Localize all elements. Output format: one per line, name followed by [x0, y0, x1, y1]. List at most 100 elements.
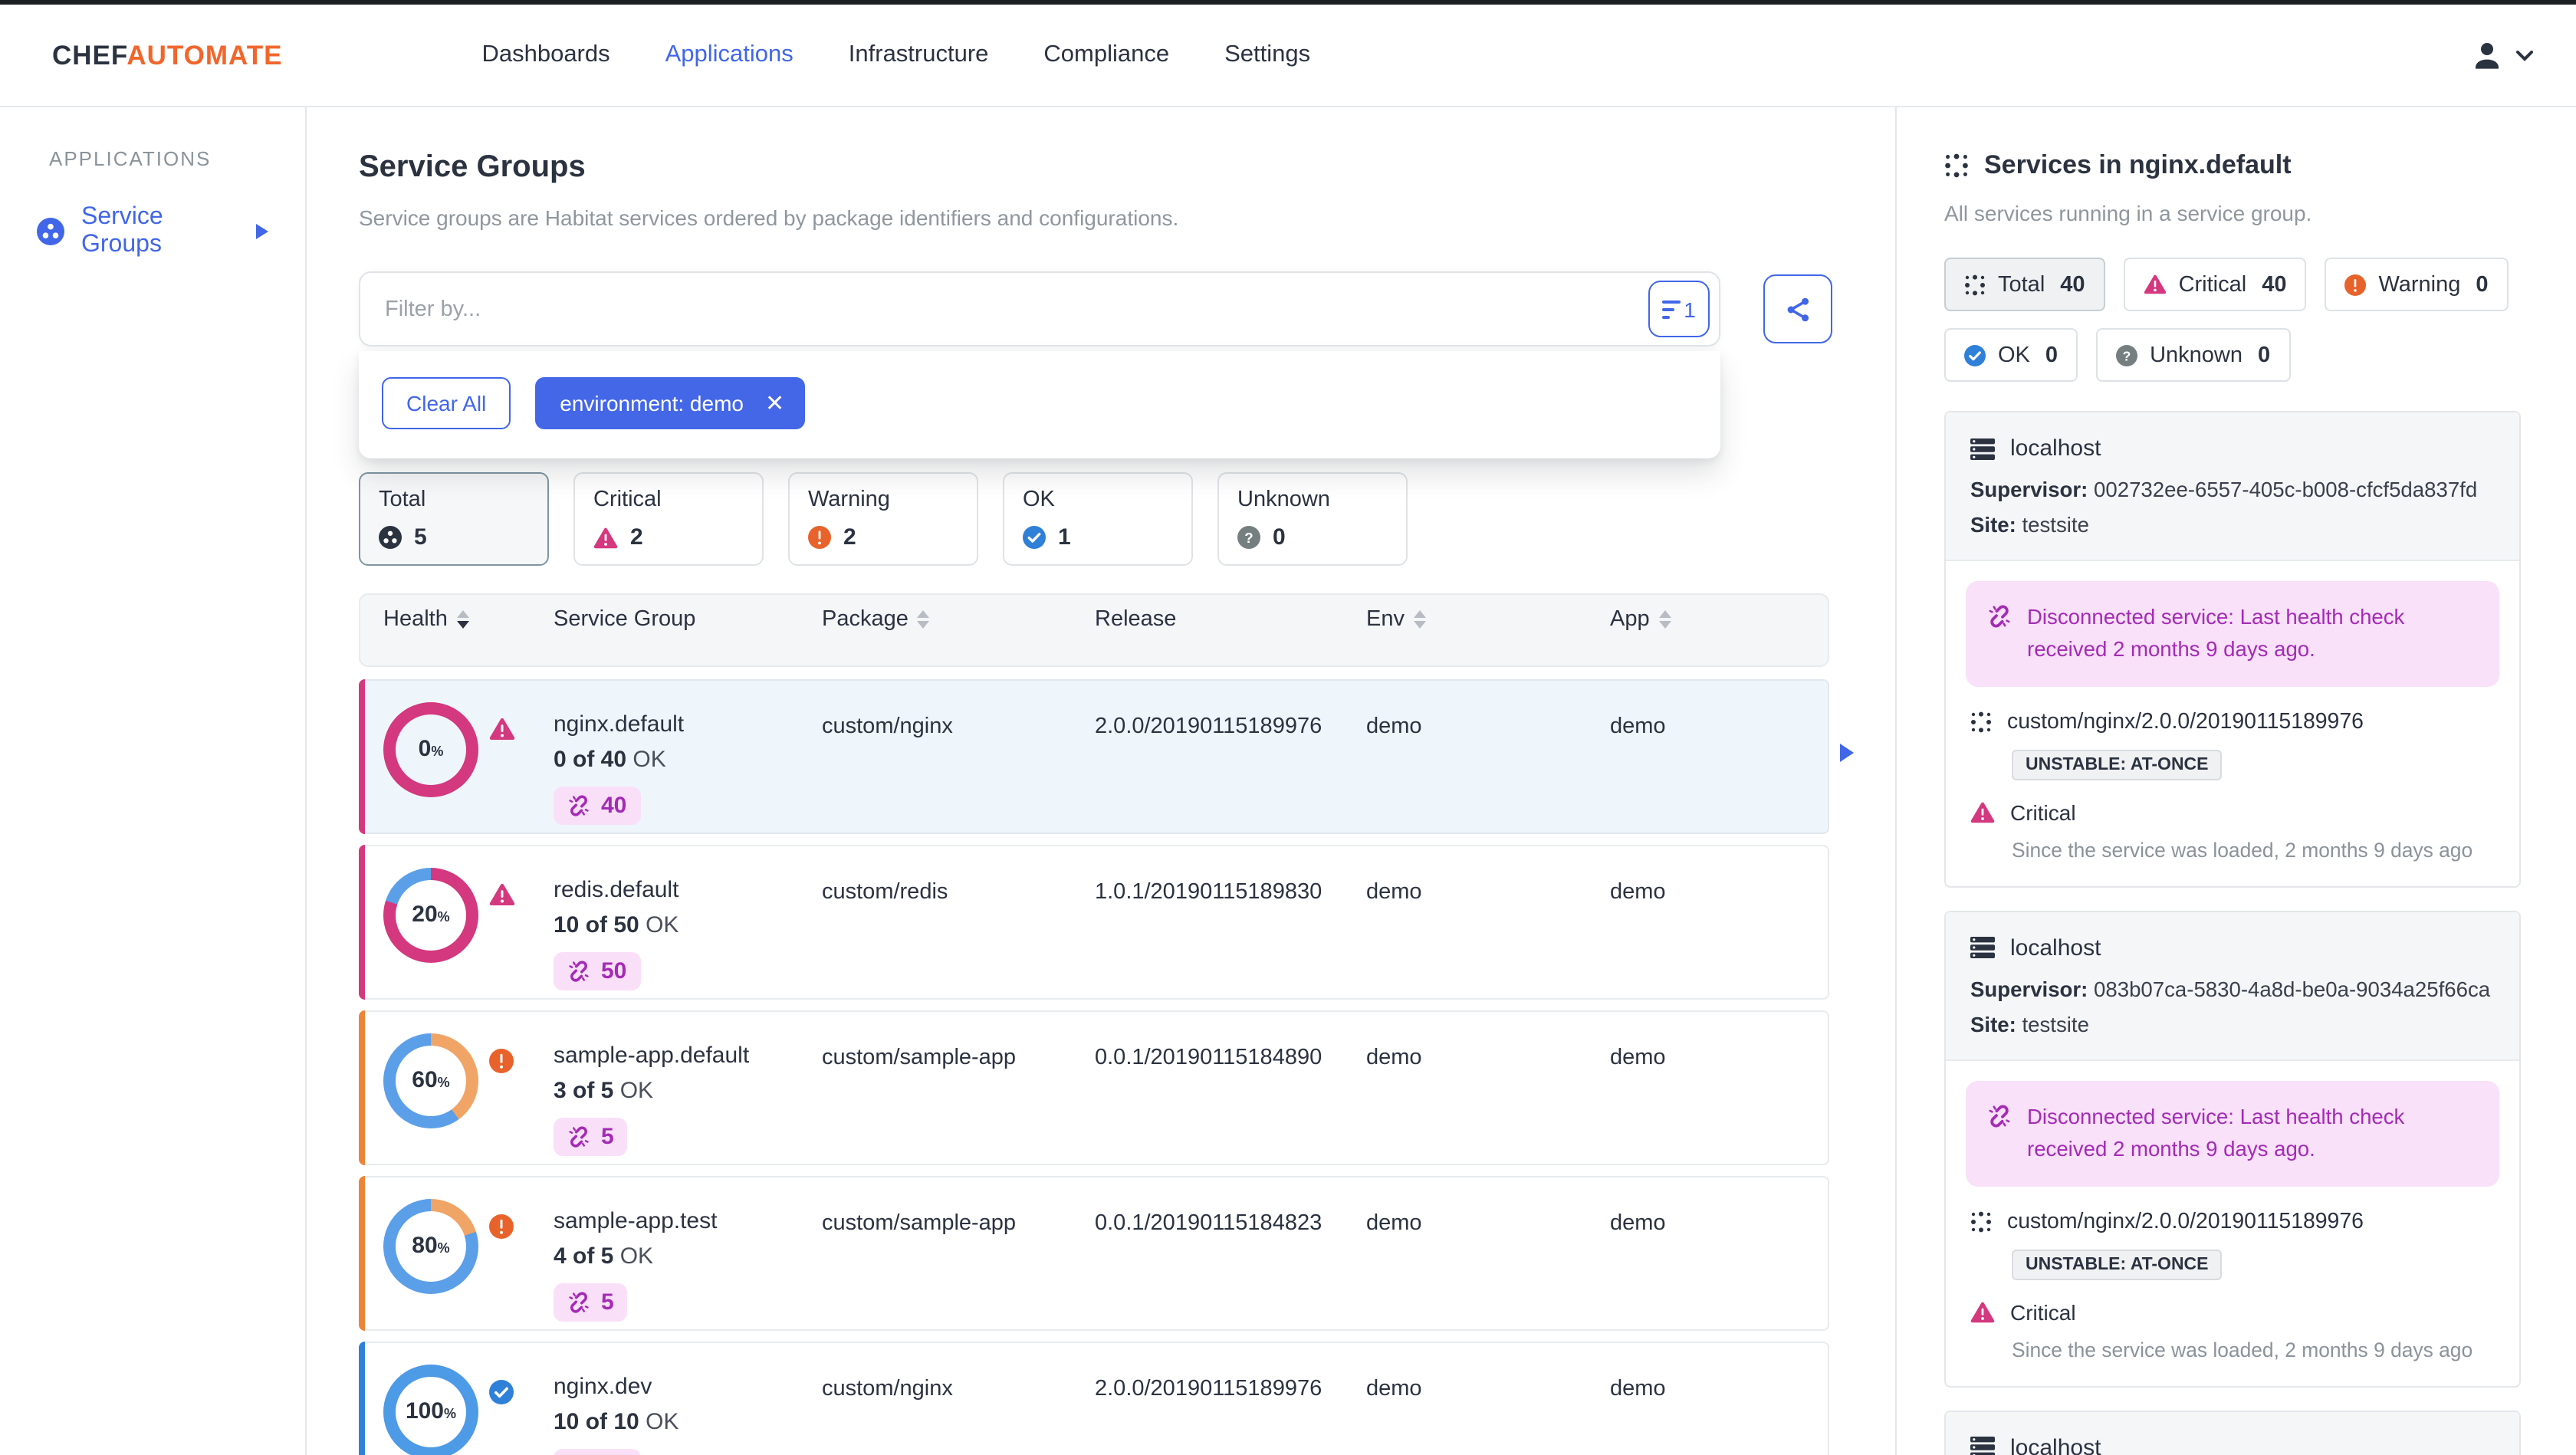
column-health[interactable]: Health — [360, 606, 554, 631]
service-group-name: nginx.default — [554, 711, 685, 737]
warning-icon — [489, 1049, 514, 1073]
tile-warning[interactable]: Warning 2 — [788, 472, 978, 566]
brand-logo[interactable]: CHEFAUTOMATE — [52, 39, 282, 71]
panel-title: Services in nginx.default — [1944, 150, 2521, 181]
tile-unknown-count: 0 — [1273, 524, 1286, 550]
package-cell: custom/nginx — [822, 714, 953, 739]
table-row-sample-app-test[interactable]: 80% sample-app.test 4 of 5 OK 5 custom/s… — [359, 1176, 1829, 1331]
critical-icon — [489, 883, 515, 906]
chip-close-icon[interactable]: ✕ — [765, 392, 784, 415]
tile-total[interactable]: Total 5 — [359, 472, 549, 566]
user-menu[interactable] — [2470, 38, 2533, 72]
site-name: testsite — [2022, 1013, 2089, 1036]
chevron-down-icon — [2516, 50, 2533, 61]
tile-ok[interactable]: OK 1 — [1003, 472, 1193, 566]
filter-count: 1 — [1684, 297, 1696, 321]
host-name: localhost — [2010, 1434, 2101, 1455]
critical-icon — [489, 718, 515, 741]
service-groups-icon — [37, 218, 64, 245]
badge-warning[interactable]: Warning 0 — [2325, 258, 2509, 311]
badge-total[interactable]: Total 40 — [1944, 258, 2105, 311]
table-row-nginx-default[interactable]: 0% nginx.default 0 of 40 OK 40 custom/ng… — [359, 679, 1854, 834]
main-navigation: Dashboards Applications Infrastructure C… — [481, 41, 1310, 69]
nav-infrastructure[interactable]: Infrastructure — [849, 41, 989, 69]
sort-env[interactable] — [1414, 609, 1426, 628]
service-health-status: Critical — [1970, 1299, 2499, 1324]
app-cell: demo — [1610, 714, 1666, 739]
broken-link-icon — [1987, 604, 2012, 667]
column-package[interactable]: Package — [822, 606, 1095, 631]
nav-applications[interactable]: Applications — [665, 41, 794, 69]
health-donut: 0% — [383, 702, 478, 797]
sort-package[interactable] — [917, 609, 930, 628]
nav-settings[interactable]: Settings — [1224, 41, 1310, 69]
column-app[interactable]: App — [1610, 606, 1840, 631]
column-release[interactable]: Release — [1095, 606, 1366, 631]
critical-icon — [593, 527, 618, 548]
table-row-sample-app-default[interactable]: 60% sample-app.default 3 of 5 OK 5 custo… — [359, 1010, 1829, 1165]
sidebar: APPLICATIONS Service Groups — [0, 107, 307, 1455]
page-title: Service Groups — [359, 150, 586, 184]
server-icon — [1970, 937, 1995, 959]
service-group-name: redis.default — [554, 877, 679, 903]
release-cell: 0.0.1/20190115184890 — [1095, 1046, 1322, 1070]
row-accent — [359, 679, 365, 834]
services-side-panel: Services in nginx.default All services r… — [1897, 107, 2576, 1455]
host-name: localhost — [2010, 934, 2101, 961]
health-donut: 60% — [383, 1033, 478, 1128]
sidebar-heading: APPLICATIONS — [49, 147, 212, 170]
broken-link-icon — [567, 1291, 590, 1314]
broken-link-icon — [1987, 1104, 2012, 1167]
filter-chip-environment-demo[interactable]: environment: demo ✕ — [535, 377, 805, 429]
filter-count-button[interactable]: 1 — [1648, 281, 1710, 337]
column-service-group[interactable]: Service Group — [554, 606, 822, 631]
service-group-icon — [379, 526, 402, 549]
broken-link-icon — [567, 1125, 590, 1148]
service-card[interactable]: localhost Supervisor: 002732ee-6557-405c… — [1944, 411, 2521, 888]
broken-link-icon — [567, 794, 590, 817]
disconnected-alert: Disconnected service: Last health check … — [1966, 1080, 2499, 1186]
sidebar-item-service-groups[interactable]: Service Groups — [0, 195, 305, 268]
release-cell: 2.0.0/20190115189976 — [1095, 714, 1322, 739]
sort-health[interactable] — [456, 609, 469, 628]
row-accent — [359, 1342, 365, 1455]
env-cell: demo — [1366, 1046, 1422, 1070]
health-donut: 20% — [383, 868, 478, 963]
tile-unknown[interactable]: Unknown ? 0 — [1217, 472, 1408, 566]
tile-critical-count: 2 — [630, 524, 643, 550]
table-row-redis-default[interactable]: 20% redis.default 10 of 50 OK 50 custom/… — [359, 845, 1829, 1000]
service-card-header: localhost Supervisor: 083b07ca-5830-4a8d… — [1946, 911, 2519, 1061]
health-donut: 80% — [383, 1199, 478, 1294]
service-package: custom/nginx/2.0.0/20190115189976 — [1970, 1209, 2499, 1233]
filter-chip-label: environment: demo — [560, 391, 744, 415]
column-env[interactable]: Env — [1366, 606, 1610, 631]
service-group-name: nginx.dev — [554, 1374, 652, 1400]
service-card[interactable]: localhost Supervisor: 083b07ca-5830-4a8d… — [1944, 910, 2521, 1387]
share-button[interactable] — [1763, 274, 1832, 343]
sidebar-expand-arrow-icon[interactable] — [256, 224, 268, 239]
tile-ok-count: 1 — [1058, 524, 1071, 550]
row-expand-icon[interactable] — [1840, 744, 1854, 762]
chef-automate-app: CHEFAUTOMATE Dashboards Applications Inf… — [0, 0, 2576, 1455]
row-accent — [359, 845, 365, 1000]
tile-warning-label: Warning — [808, 488, 890, 512]
package-cell: custom/sample-app — [822, 1046, 1017, 1070]
badge-ok[interactable]: OK 0 — [1944, 328, 2078, 382]
filter-input[interactable] — [385, 297, 1648, 321]
tile-warning-count: 2 — [843, 524, 856, 550]
app-cell: demo — [1610, 1046, 1666, 1070]
table-row-nginx-dev[interactable]: 100% nginx.dev 10 of 10 OK 10 custom/ngi… — [359, 1342, 1829, 1455]
badge-critical[interactable]: Critical 40 — [2123, 258, 2307, 311]
sort-app[interactable] — [1658, 609, 1671, 628]
service-groups-table: Health Service Group Package Release Env — [359, 593, 1854, 1455]
row-accent — [359, 1010, 365, 1165]
nav-dashboards[interactable]: Dashboards — [481, 41, 610, 69]
tile-critical[interactable]: Critical 2 — [573, 472, 764, 566]
server-icon — [1970, 1437, 1995, 1455]
service-card[interactable]: localhost Supervisor: 0c0a6b1f-f9f2-4fe6… — [1944, 1410, 2521, 1455]
release-cell: 1.0.1/20190115189830 — [1095, 880, 1322, 905]
clear-all-button[interactable]: Clear All — [382, 377, 511, 429]
disconnected-badge: 10 — [554, 1449, 641, 1455]
nav-compliance[interactable]: Compliance — [1043, 41, 1169, 69]
badge-unknown[interactable]: ? Unknown 0 — [2096, 328, 2291, 382]
